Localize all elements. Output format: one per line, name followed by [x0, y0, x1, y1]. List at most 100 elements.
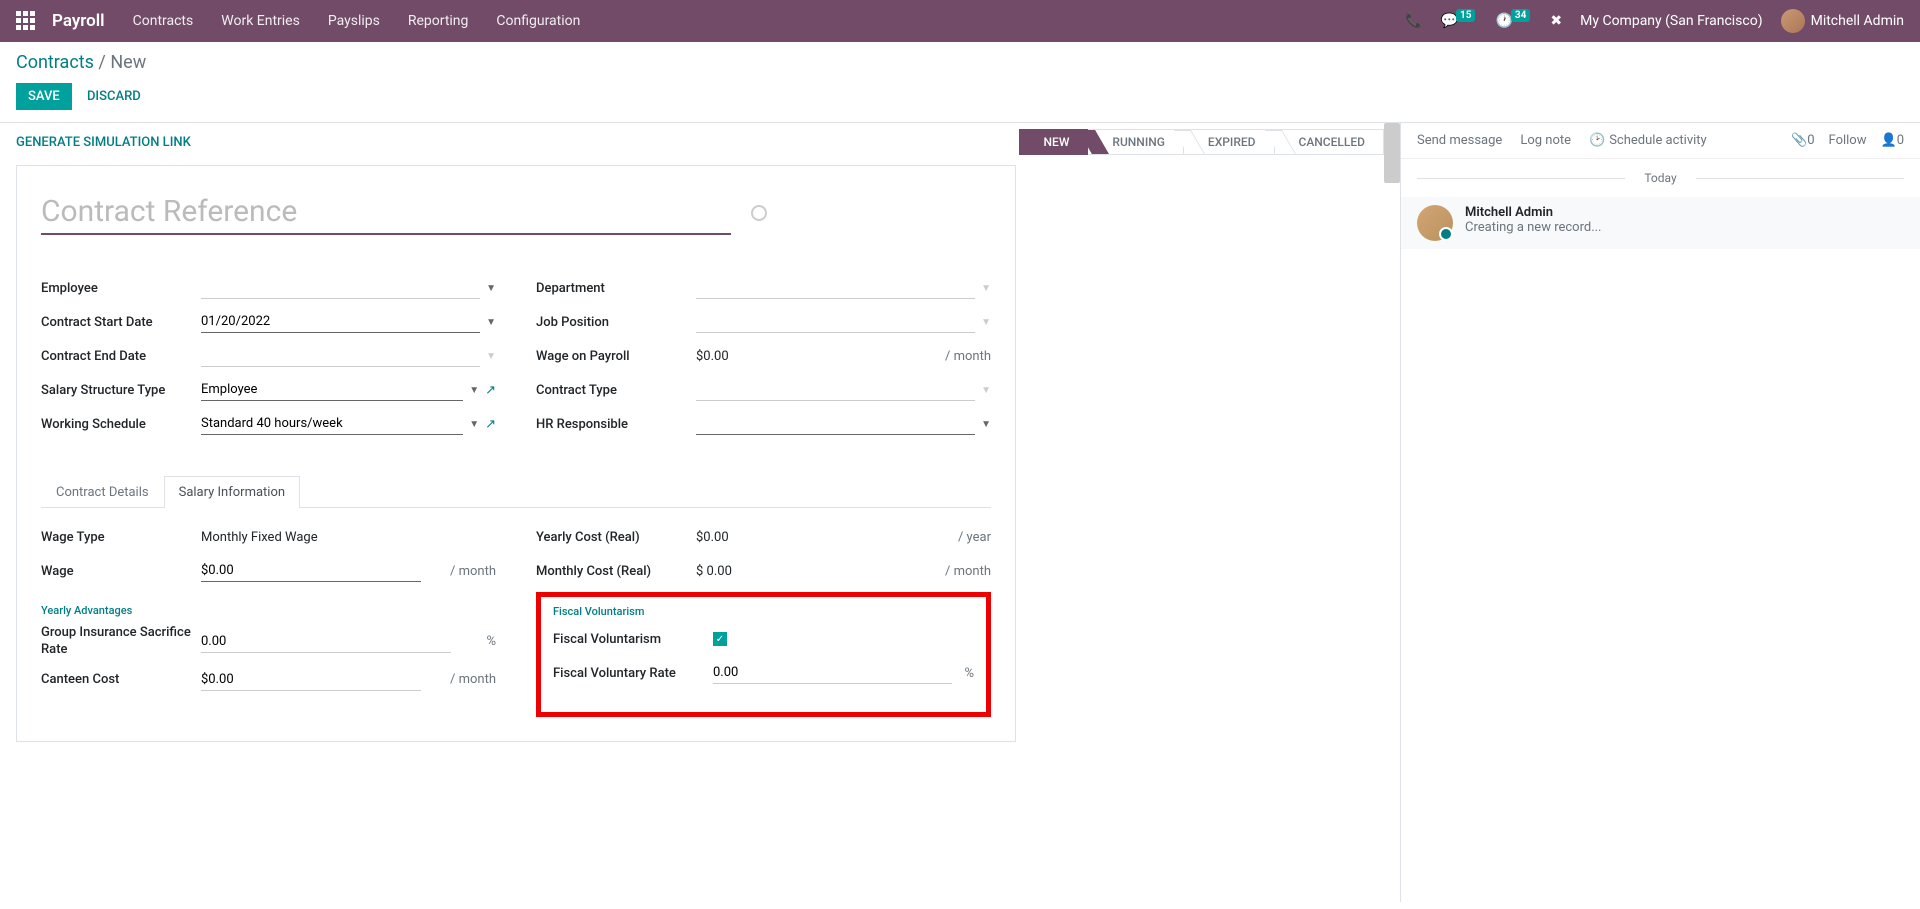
monthly-cost-suffix: / month [939, 564, 991, 579]
statusbar: New Running Expired Cancelled [1019, 129, 1384, 155]
apps-icon[interactable] [16, 11, 36, 31]
wage-suffix: / month [444, 564, 496, 579]
canteen-cost-suffix: / month [444, 672, 496, 687]
fiscal-voluntarism-highlight: Fiscal Voluntarism Fiscal Voluntarism✓ F… [536, 592, 991, 717]
kanban-state-dot[interactable] [751, 205, 767, 221]
fiscal-voluntarism-checkbox[interactable]: ✓ [713, 632, 727, 646]
control-panel: Contracts / New Save Discard [0, 42, 1920, 123]
menu-work-entries[interactable]: Work Entries [221, 13, 300, 29]
contract-type-field[interactable] [696, 379, 975, 401]
menu-contracts[interactable]: Contracts [133, 13, 194, 29]
discard-button[interactable]: Discard [75, 83, 153, 110]
chatter-message: Mitchell Admin Creating a new record... [1401, 197, 1920, 249]
clock-icon: 🕑 [1589, 133, 1605, 148]
activities-icon[interactable]: 🕐34 [1495, 13, 1532, 29]
attachments-button[interactable]: 📎0 [1791, 133, 1815, 148]
schedule-activity-button[interactable]: 🕑Schedule activity [1589, 133, 1707, 148]
salary-structure-field[interactable] [201, 379, 463, 401]
stage-new[interactable]: New [1019, 129, 1089, 155]
follow-button[interactable]: Follow [1829, 133, 1867, 148]
wage-field[interactable] [201, 560, 421, 582]
working-schedule-field[interactable] [201, 413, 463, 435]
form-view: Generate Simulation Link New Running Exp… [0, 123, 1400, 902]
today-separator: Today [1401, 159, 1920, 197]
label-working-schedule: Working Schedule [41, 417, 201, 432]
messages-badge: 15 [1456, 9, 1475, 22]
form-sheet: Employee▼ Contract Start Date▼ Contract … [16, 165, 1016, 742]
fiscal-voluntary-rate-suffix: % [958, 666, 974, 681]
label-wage-type: Wage Type [41, 530, 201, 545]
send-message-button[interactable]: Send message [1417, 133, 1502, 148]
tabs: Contract Details Salary Information [41, 475, 991, 508]
label-yearly-cost: Yearly Cost (Real) [536, 530, 696, 545]
label-end-date: Contract End Date [41, 349, 201, 364]
chevron-down-icon[interactable]: ▼ [469, 385, 479, 396]
label-group-insurance: Group Insurance Sacrifice Rate [41, 625, 201, 659]
chatter: Send message Log note 🕑Schedule activity… [1400, 123, 1920, 902]
label-fiscal-voluntary-rate: Fiscal Voluntary Rate [553, 666, 713, 681]
chevron-down-icon[interactable]: ▼ [486, 317, 496, 328]
menu-reporting[interactable]: Reporting [408, 13, 469, 29]
breadcrumb-current: New [110, 52, 146, 73]
tab-contract-details[interactable]: Contract Details [41, 476, 164, 508]
menu-configuration[interactable]: Configuration [496, 13, 580, 29]
label-department: Department [536, 281, 696, 296]
label-salary-structure: Salary Structure Type [41, 383, 201, 398]
label-hr-responsible: HR Responsible [536, 417, 696, 432]
messages-icon[interactable]: 💬15 [1441, 13, 1478, 29]
menu-payslips[interactable]: Payslips [328, 13, 380, 29]
end-date-field[interactable] [201, 345, 480, 367]
chevron-down-icon[interactable]: ▼ [486, 283, 496, 294]
wage-on-payroll-value: $0.00 [696, 349, 729, 364]
hr-responsible-field[interactable] [696, 413, 975, 435]
yearly-cost-suffix: / year [952, 530, 991, 545]
label-wage-on-payroll: Wage on Payroll [536, 349, 696, 364]
employee-field[interactable] [201, 277, 480, 299]
external-link-icon[interactable]: ↗ [485, 383, 496, 398]
label-wage: Wage [41, 564, 201, 579]
department-field[interactable] [696, 277, 975, 299]
app-name[interactable]: Payroll [52, 11, 105, 31]
group-insurance-suffix: % [480, 634, 496, 649]
chevron-down-icon[interactable]: ▼ [981, 385, 991, 396]
group-insurance-field[interactable] [201, 631, 451, 653]
activities-badge: 34 [1511, 9, 1530, 22]
tab-salary-information[interactable]: Salary Information [164, 476, 300, 508]
external-link-icon[interactable]: ↗ [485, 417, 496, 432]
label-employee: Employee [41, 281, 201, 296]
chevron-down-icon[interactable]: ▼ [981, 317, 991, 328]
paperclip-icon: 📎 [1791, 133, 1807, 148]
generate-simulation-link-button[interactable]: Generate Simulation Link [16, 135, 191, 150]
company-switcher[interactable]: My Company (San Francisco) [1580, 13, 1762, 29]
wage-type-value: Monthly Fixed Wage [201, 530, 318, 545]
label-contract-type: Contract Type [536, 383, 696, 398]
chevron-down-icon[interactable]: ▼ [469, 419, 479, 430]
chevron-down-icon[interactable]: ▼ [981, 419, 991, 430]
fiscal-voluntary-rate-field[interactable] [713, 662, 952, 684]
debug-icon[interactable]: ✖ [1550, 13, 1562, 29]
job-position-field[interactable] [696, 311, 975, 333]
followers-button[interactable]: 👤0 [1881, 133, 1905, 148]
fiscal-voluntarism-header: Fiscal Voluntarism [553, 605, 974, 618]
avatar-icon [1781, 9, 1805, 33]
wage-on-payroll-suffix: / month [939, 349, 991, 364]
label-monthly-cost: Monthly Cost (Real) [536, 564, 696, 579]
chevron-down-icon[interactable]: ▼ [981, 283, 991, 294]
yearly-advantages-header: Yearly Advantages [41, 604, 496, 617]
label-fiscal-voluntarism: Fiscal Voluntarism [553, 632, 713, 647]
person-icon: 👤 [1881, 133, 1897, 148]
user-menu[interactable]: Mitchell Admin [1781, 9, 1904, 33]
start-date-field[interactable] [201, 311, 480, 333]
phone-icon[interactable]: 📞 [1405, 13, 1422, 29]
avatar-icon [1417, 205, 1453, 241]
monthly-cost-value: $ 0.00 [696, 564, 732, 579]
scrollbar[interactable] [1384, 123, 1400, 183]
chevron-down-icon[interactable]: ▼ [486, 351, 496, 362]
save-button[interactable]: Save [16, 83, 72, 110]
breadcrumb-contracts[interactable]: Contracts [16, 52, 94, 73]
contract-reference-input[interactable] [41, 190, 731, 235]
canteen-cost-field[interactable] [201, 669, 421, 691]
top-navbar: Payroll Contracts Work Entries Payslips … [0, 0, 1920, 42]
log-note-button[interactable]: Log note [1520, 133, 1571, 148]
breadcrumb: Contracts / New [16, 52, 1904, 73]
